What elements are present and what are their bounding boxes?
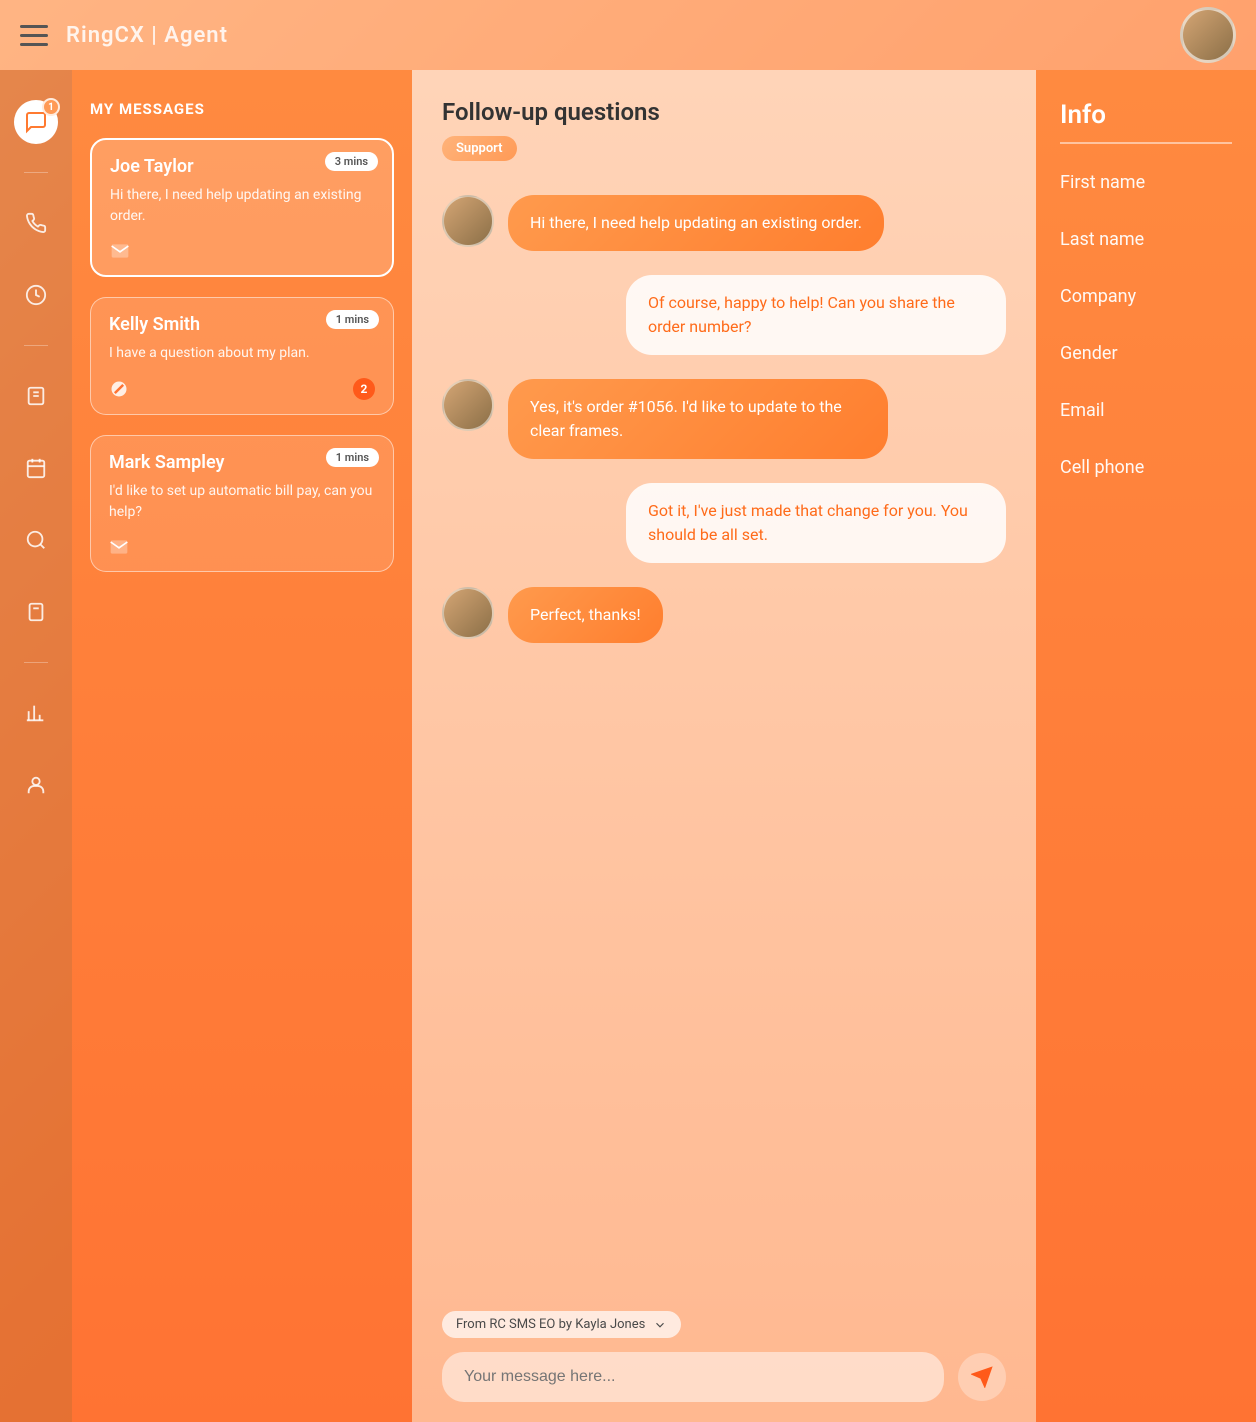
conversation-card[interactable]: 1 mins Kelly Smith I have a question abo… xyxy=(90,297,394,415)
convo-preview: I have a question about my plan. xyxy=(109,343,375,364)
nav-calendar[interactable] xyxy=(14,446,58,490)
chat-panel: Follow-up questions Support Hi there, I … xyxy=(412,70,1036,1422)
message-row: Hi there, I need help updating an existi… xyxy=(442,195,1006,251)
message-bubble: Perfect, thanks! xyxy=(508,587,663,643)
messages-sidebar: MY MESSAGES 3 mins Joe Taylor Hi there, … xyxy=(72,70,412,1422)
time-chip: 3 mins xyxy=(325,152,378,171)
hamburger-menu[interactable] xyxy=(20,25,48,46)
info-field-lastname[interactable]: Last name xyxy=(1060,229,1232,250)
message-row: Got it, I've just made that change for y… xyxy=(442,483,1006,563)
send-button[interactable] xyxy=(958,1353,1006,1401)
nav-phone[interactable] xyxy=(14,201,58,245)
nav-analytics[interactable] xyxy=(14,691,58,735)
message-bubble: Yes, it's order #1056. I'd like to updat… xyxy=(508,379,888,459)
message-bubble: Got it, I've just made that change for y… xyxy=(626,483,1006,563)
conversation-card[interactable]: 1 mins Mark Sampley I'd like to set up a… xyxy=(90,435,394,572)
message-row: Perfect, thanks! xyxy=(442,587,1006,643)
time-chip: 1 mins xyxy=(326,448,379,467)
sidebar-title: MY MESSAGES xyxy=(90,100,394,118)
app-root: RingCX | Agent 1 xyxy=(0,0,1256,1422)
info-field-gender[interactable]: Gender xyxy=(1060,343,1232,364)
composer: From RC SMS EO by Kayla Jones xyxy=(442,1311,1006,1402)
blocked-icon xyxy=(109,379,129,399)
nav-search[interactable] xyxy=(14,518,58,562)
message-row: Of course, happy to help! Can you share … xyxy=(442,275,1006,355)
header-avatar[interactable] xyxy=(1180,7,1236,63)
nav-messages[interactable]: 1 xyxy=(14,100,58,144)
chat-header: Follow-up questions Support xyxy=(442,98,1006,161)
chat-title: Follow-up questions xyxy=(442,98,1006,126)
info-field-company[interactable]: Company xyxy=(1060,286,1232,307)
nav-rail: 1 xyxy=(0,70,72,1422)
customer-avatar xyxy=(442,587,494,639)
info-field-cellphone[interactable]: Cell phone xyxy=(1060,457,1232,478)
conversation-card[interactable]: 3 mins Joe Taylor Hi there, I need help … xyxy=(90,138,394,277)
envelope-icon xyxy=(110,241,130,261)
message-input[interactable] xyxy=(442,1352,944,1402)
info-field-email[interactable]: Email xyxy=(1060,400,1232,421)
nav-history[interactable] xyxy=(14,273,58,317)
customer-avatar xyxy=(442,195,494,247)
time-chip: 1 mins xyxy=(326,310,379,329)
info-field-firstname[interactable]: First name xyxy=(1060,172,1232,193)
count-badge: 2 xyxy=(353,378,375,400)
envelope-icon xyxy=(109,537,129,557)
message-bubble: Of course, happy to help! Can you share … xyxy=(626,275,1006,355)
nav-badge: 1 xyxy=(42,98,60,116)
from-selector[interactable]: From RC SMS EO by Kayla Jones xyxy=(442,1311,681,1338)
nav-document[interactable] xyxy=(14,590,58,634)
nav-profile[interactable] xyxy=(14,763,58,807)
chevron-down-icon xyxy=(653,1318,667,1332)
send-icon xyxy=(971,1366,993,1388)
app-body: 1 xyxy=(0,70,1256,1422)
message-bubble: Hi there, I need help updating an existi… xyxy=(508,195,884,251)
message-row: Yes, it's order #1056. I'd like to updat… xyxy=(442,379,1006,459)
app-header: RingCX | Agent xyxy=(0,0,1256,70)
convo-preview: I'd like to set up automatic bill pay, c… xyxy=(109,481,375,523)
tag-chip: Support xyxy=(442,136,517,161)
info-panel: Info First name Last name Company Gender… xyxy=(1036,70,1256,1422)
convo-preview: Hi there, I need help updating an existi… xyxy=(110,185,374,227)
messages-list: Hi there, I need help updating an existi… xyxy=(442,175,1006,1295)
customer-avatar xyxy=(442,379,494,431)
app-title: RingCX | Agent xyxy=(66,23,228,48)
info-title: Info xyxy=(1060,100,1232,144)
nav-contacts[interactable] xyxy=(14,374,58,418)
from-label: From RC SMS EO by Kayla Jones xyxy=(456,1317,645,1332)
